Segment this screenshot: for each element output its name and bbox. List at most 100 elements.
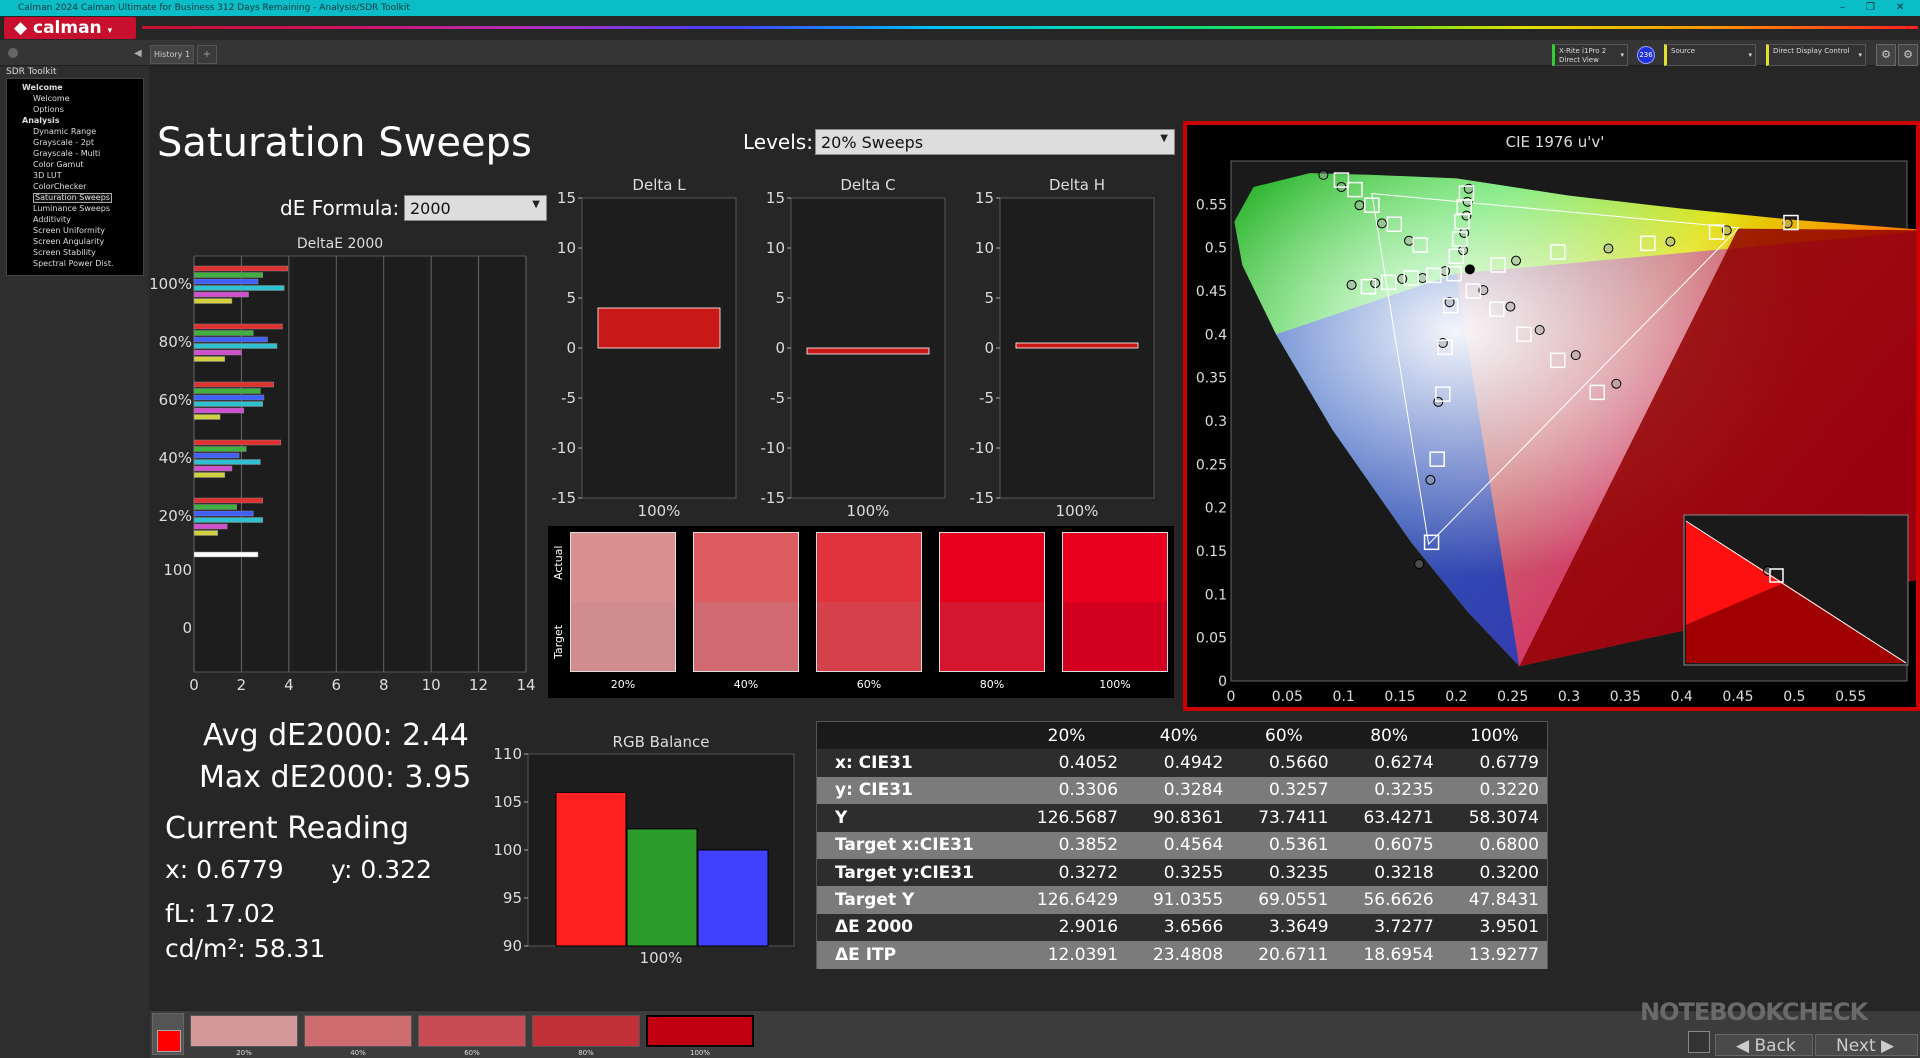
sidebar-item-label: Grayscale - 2pt	[33, 138, 95, 147]
chart-title: RGB Balance	[613, 733, 710, 751]
sidebar-item[interactable]: Options	[7, 104, 143, 115]
swatch[interactable]	[1062, 532, 1168, 672]
rgb-bar	[555, 791, 627, 947]
actual-half	[694, 533, 798, 602]
chevron-down-icon: ▾	[1858, 51, 1862, 59]
back-button[interactable]: ◀ Back	[1715, 1034, 1813, 1056]
bottom-swatch[interactable]	[304, 1015, 412, 1047]
table-cell: 23.4808	[1126, 941, 1232, 969]
bottom-swatch-label: 40%	[350, 1049, 366, 1057]
bottom-swatch[interactable]	[190, 1015, 298, 1047]
sidebar-item[interactable]: Welcome	[7, 82, 143, 93]
table-row: Target x:CIE31 0.3852 0.4564 0.5361 0.6075 0.…	[817, 831, 1547, 859]
add-tab-button[interactable]: +	[197, 45, 217, 64]
delta-bar	[193, 414, 221, 420]
y-tick-label: 100%	[150, 275, 192, 293]
formula-dropdown[interactable]: 2000 ▼	[404, 195, 547, 221]
sidebar-item[interactable]: Additivity	[7, 214, 143, 225]
actual-half	[940, 533, 1044, 602]
levels-label: Levels:	[743, 130, 813, 154]
table-cell: 0.3220	[1441, 776, 1547, 805]
y-tick-label: 0.55	[1196, 197, 1227, 213]
settings-icon[interactable]: ⚙	[1898, 44, 1918, 66]
levels-value: 20% Sweeps	[821, 133, 924, 152]
sidebar-item[interactable]: Screen Angularity	[7, 236, 143, 247]
collapse-sidebar-icon[interactable]: ◀	[134, 48, 142, 59]
sidebar-item[interactable]: Analysis	[7, 115, 143, 126]
measured-point	[1611, 378, 1622, 389]
x-tick-label: 0.45	[1722, 689, 1753, 705]
bottom-swatch[interactable]	[646, 1015, 754, 1047]
pin-icon[interactable]	[1688, 1031, 1710, 1053]
sidebar-item[interactable]: Screen Stability	[7, 247, 143, 258]
measured-point	[1603, 243, 1614, 254]
table-cell: 0.6075	[1336, 831, 1442, 859]
sidebar-item-label: Color Gamut	[33, 160, 84, 169]
table-cell: 0.3272	[1007, 858, 1127, 887]
y-tick-label: 0.5	[1205, 241, 1227, 257]
sidebar-item[interactable]: Dynamic Range	[7, 126, 143, 137]
sidebar-item[interactable]: ColorChecker	[7, 181, 143, 192]
meter-mode: Direct View	[1559, 56, 1599, 64]
table-row: ΔE 2000 2.9016 3.6566 3.3649 3.7277 3.9501	[817, 913, 1547, 942]
target-half	[940, 602, 1044, 671]
sidebar-item[interactable]: Luminance Sweeps	[7, 203, 143, 214]
y-tick-label: 0	[182, 619, 192, 637]
sidebar-item[interactable]: Saturation Sweeps	[7, 192, 143, 203]
row-label: Target y:CIE31	[817, 858, 1007, 887]
delta-bar	[193, 452, 240, 459]
table-cell: 0.5660	[1231, 749, 1337, 777]
gear-icon[interactable]: ⚙	[1876, 44, 1896, 66]
levels-dropdown[interactable]: 20% Sweeps ▼	[815, 129, 1175, 155]
close-button[interactable]: ✕	[1896, 0, 1904, 16]
swatch[interactable]	[570, 532, 676, 672]
swatch[interactable]	[693, 532, 799, 672]
meter-selector[interactable]: X-Rite i1Pro 2 Direct View ▾	[1552, 44, 1628, 66]
sidebar-item[interactable]: 3D LUT	[7, 170, 143, 181]
delta-bar	[193, 465, 233, 472]
bottom-swatch[interactable]	[532, 1015, 640, 1047]
swatch[interactable]	[816, 532, 922, 672]
sidebar-item[interactable]: Spectral Power Dist.	[7, 258, 143, 269]
table-row: Target y:CIE31 0.3272 0.3255 0.3235 0.3218 0.…	[817, 858, 1547, 887]
sidebar-item[interactable]: Color Gamut	[7, 159, 143, 170]
chart-title: Delta L	[632, 176, 686, 194]
measured-point	[1505, 301, 1516, 312]
table-cell: 0.3257	[1231, 776, 1337, 805]
y-tick-label: 80%	[159, 333, 192, 351]
sidebar-item[interactable]: Welcome	[7, 93, 143, 104]
sidebar-item-label: Analysis	[22, 116, 60, 125]
meter-badge[interactable]: 236	[1637, 46, 1655, 64]
tab-row	[0, 40, 1920, 66]
swatch[interactable]	[939, 532, 1045, 672]
sidebar-item[interactable]: Grayscale - Multi	[7, 148, 143, 159]
delta-bar	[193, 530, 218, 536]
delta-bar	[193, 388, 261, 394]
delta-bar	[193, 510, 254, 517]
display-selector[interactable]: Direct Display Control ▾	[1766, 44, 1866, 66]
sidebar-item-label: ColorChecker	[33, 182, 87, 191]
tab-history-1[interactable]: History 1	[150, 45, 194, 64]
calman-logo-button[interactable]: ◆ calman ▾	[4, 17, 136, 39]
pin-icon[interactable]	[8, 48, 18, 58]
y-tick-label: -5	[561, 389, 576, 407]
current-swatch	[157, 1030, 181, 1052]
avg-de: Avg dE2000: 2.44	[203, 718, 469, 753]
chevron-down-icon: ▼	[532, 199, 540, 210]
y-tick-label: 15	[975, 189, 994, 207]
next-button[interactable]: Next ▶	[1815, 1034, 1918, 1056]
window-title-bar: Calman 2024 Calman Ultimate for Business…	[0, 0, 1920, 16]
bottom-swatch[interactable]	[418, 1015, 526, 1047]
sidebar-item[interactable]: Screen Uniformity	[7, 225, 143, 236]
measured-point	[1440, 266, 1451, 277]
minimize-button[interactable]: –	[1840, 0, 1845, 16]
maximize-button[interactable]: ❐	[1866, 0, 1875, 16]
measured-point	[1346, 279, 1357, 290]
sidebar-item[interactable]: Grayscale - 2pt	[7, 137, 143, 148]
source-selector[interactable]: Source ▾	[1664, 44, 1756, 66]
table-cell: 0.3235	[1231, 858, 1337, 887]
delta-bar	[193, 472, 226, 478]
x-tick-label: 0	[189, 676, 199, 694]
y-tick-label: 20%	[159, 507, 192, 525]
y-tick-label: -5	[979, 389, 994, 407]
